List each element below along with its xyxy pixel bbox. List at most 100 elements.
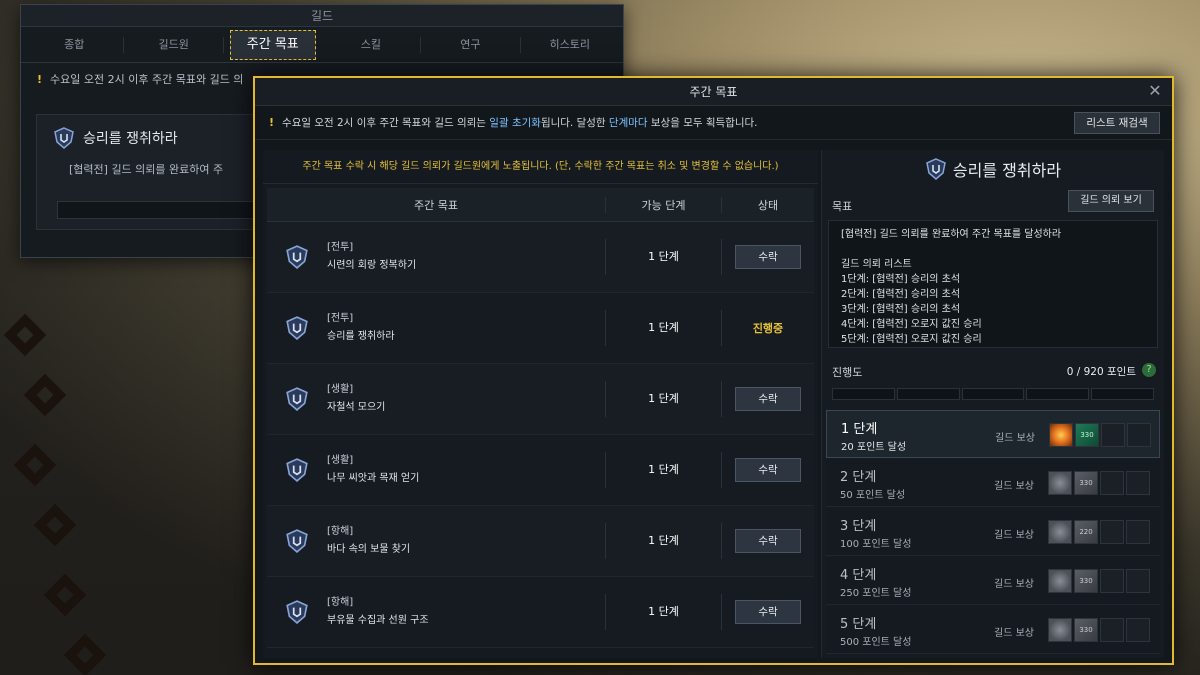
stage-name: 5 단계 bbox=[840, 617, 877, 632]
help-icon[interactable]: ? bbox=[1142, 363, 1156, 377]
goal-category: [생활] bbox=[327, 455, 354, 466]
goal-category: [전투] bbox=[327, 242, 354, 253]
stage-name: 1 단계 bbox=[841, 422, 878, 437]
empty-slot bbox=[1100, 471, 1124, 495]
reward-label: 길드 보상 bbox=[994, 579, 1034, 590]
reward-label: 길드 보상 bbox=[994, 530, 1034, 541]
accept-button[interactable]: 수락 bbox=[735, 600, 801, 624]
stage-item[interactable]: 1 단계 20 포인트 달성 길드 보상 330 bbox=[826, 410, 1160, 458]
quest-list-title: 길드 의뢰 리스트 bbox=[841, 259, 912, 270]
back-goal-card: 승리를 쟁취하라 [협력전] 길드 의뢰를 완료하여 주 bbox=[36, 114, 276, 230]
tab-research[interactable]: 연구 bbox=[421, 36, 521, 53]
goal-category: [생활] bbox=[327, 384, 354, 395]
shield-emblem-icon bbox=[286, 458, 308, 482]
accept-button[interactable]: 수락 bbox=[735, 245, 801, 269]
reward-item-icon[interactable] bbox=[1049, 423, 1073, 447]
back-notice-text: 수요일 오전 2시 이후 주간 목표와 길드 의 bbox=[50, 73, 244, 86]
reward-item-icon[interactable] bbox=[1048, 520, 1072, 544]
empty-slot bbox=[1100, 569, 1124, 593]
goal-category: [항해] bbox=[327, 526, 354, 537]
accept-button[interactable]: 수락 bbox=[735, 529, 801, 553]
goal-stage: 1 단계 bbox=[605, 452, 721, 488]
stage-list: 1 단계 20 포인트 달성 길드 보상 330 2 단계 50 포인트 달성 … bbox=[822, 410, 1164, 654]
warning-icon: ! bbox=[269, 116, 275, 129]
goal-stage: 1 단계 bbox=[605, 594, 721, 630]
goal-stage: 1 단계 bbox=[605, 239, 721, 275]
view-guild-quest-button[interactable]: 길드 의뢰 보기 bbox=[1068, 190, 1154, 212]
close-icon[interactable]: ✕ bbox=[1146, 82, 1164, 100]
header-goal: 주간 목표 bbox=[414, 198, 458, 212]
guild-exp-icon[interactable]: 330 bbox=[1075, 423, 1099, 447]
quest-list-item: 2단계: [협력전] 승리의 초석 bbox=[841, 289, 961, 300]
stage-requirement: 20 포인트 달성 bbox=[841, 442, 907, 453]
shield-emblem-icon bbox=[286, 529, 308, 553]
guild-exp-icon[interactable]: 330 bbox=[1074, 618, 1098, 642]
guild-exp-icon[interactable]: 330 bbox=[1074, 471, 1098, 495]
table-row: [생활] 자철석 모으기 1 단계 수락 bbox=[267, 364, 814, 435]
reward-item-icon[interactable] bbox=[1048, 618, 1072, 642]
tab-members[interactable]: 길드원 bbox=[124, 36, 224, 53]
goal-category: [전투] bbox=[327, 313, 354, 324]
progress-bar bbox=[832, 388, 1154, 400]
back-card-progress bbox=[57, 201, 267, 219]
table-row: [전투] 시련의 회랑 정복하기 1 단계 수락 bbox=[267, 222, 814, 293]
accept-button[interactable]: 수락 bbox=[735, 458, 801, 482]
goal-stage: 1 단계 bbox=[605, 381, 721, 417]
goal-name: 바다 속의 보물 찾기 bbox=[327, 544, 411, 555]
tab-history[interactable]: 히스토리 bbox=[521, 37, 619, 53]
reward-item-icon[interactable] bbox=[1048, 569, 1072, 593]
stage-requirement: 500 포인트 달성 bbox=[840, 637, 912, 648]
quest-list-item: 5단계: [협력전] 오로지 값진 승리 bbox=[841, 334, 982, 345]
stage-item[interactable]: 4 단계 250 포인트 달성 길드 보상 330 bbox=[826, 557, 1160, 605]
accept-note: 주간 목표 수락 시 해당 길드 의뢰가 길드원에게 노출됩니다. (단, 수락… bbox=[263, 150, 818, 184]
tab-overview[interactable]: 종합 bbox=[25, 36, 125, 53]
empty-slot bbox=[1126, 520, 1150, 544]
guild-window-title: 길드 bbox=[21, 5, 623, 27]
quest-list-item: 3단계: [협력전] 승리의 초석 bbox=[841, 304, 961, 315]
stage-requirement: 250 포인트 달성 bbox=[840, 588, 912, 599]
table-row: [생활] 나무 씨앗과 목재 얻기 1 단계 수락 bbox=[267, 435, 814, 506]
shield-emblem-icon bbox=[286, 600, 308, 624]
tab-skill[interactable]: 스킬 bbox=[322, 36, 422, 53]
window-title: 주간 목표 bbox=[689, 85, 738, 99]
goal-list-panel: 주간 목표 수락 시 해당 길드 의뢰가 길드원에게 노출됩니다. (단, 수락… bbox=[263, 150, 818, 658]
progress-value: 0 / 920 포인트 bbox=[1066, 366, 1136, 378]
goal-name: 승리를 쟁취하라 bbox=[327, 331, 395, 342]
stage-requirement: 50 포인트 달성 bbox=[840, 490, 906, 501]
quest-list-item: 4단계: [협력전] 오로지 값진 승리 bbox=[841, 319, 982, 330]
goal-description-box: [협력전] 길드 의뢰를 완료하여 주간 목표를 달성하라 길드 의뢰 리스트 … bbox=[828, 220, 1158, 348]
stage-requirement: 100 포인트 달성 bbox=[840, 539, 912, 550]
empty-slot bbox=[1126, 569, 1150, 593]
reward-label: 길드 보상 bbox=[994, 628, 1034, 639]
stage-item[interactable]: 3 단계 100 포인트 달성 길드 보상 220 bbox=[826, 508, 1160, 556]
goal-detail-panel: 승리를 쟁취하라 목표 길드 의뢰 보기 [협력전] 길드 의뢰를 완료하여 주… bbox=[821, 150, 1164, 658]
goal-name: 나무 씨앗과 목재 얻기 bbox=[327, 473, 420, 484]
reward-label: 길드 보상 bbox=[995, 433, 1035, 444]
reward-label: 길드 보상 bbox=[994, 481, 1034, 492]
quest-list-item: 1단계: [협력전] 승리의 초석 bbox=[841, 274, 961, 285]
guild-tabs: 종합 길드원 주간 목표 스킬 연구 히스토리 bbox=[21, 27, 623, 63]
shield-emblem-icon bbox=[926, 158, 946, 180]
reward-item-icon[interactable] bbox=[1048, 471, 1072, 495]
detail-title: 승리를 쟁취하라 bbox=[952, 161, 1062, 180]
guild-exp-icon[interactable]: 330 bbox=[1074, 569, 1098, 593]
shield-emblem-icon bbox=[286, 245, 308, 269]
goal-stage: 1 단계 bbox=[605, 523, 721, 559]
stage-item[interactable]: 2 단계 50 포인트 달성 길드 보상 330 bbox=[826, 459, 1160, 507]
notice-text: 수요일 오전 2시 이후 주간 목표와 길드 의뢰는 일괄 초기화됩니다. 달성… bbox=[282, 117, 758, 129]
goal-rows: [전투] 시련의 회랑 정복하기 1 단계 수락 [전투] 승리를 쟁취하라 1… bbox=[267, 222, 814, 648]
progress-label: 진행도 bbox=[832, 366, 863, 379]
shield-emblem-icon bbox=[286, 387, 308, 411]
chain-decoration bbox=[0, 300, 150, 675]
reload-list-button[interactable]: 리스트 재검색 bbox=[1074, 112, 1160, 134]
tab-weekly-goal[interactable]: 주간 목표 bbox=[229, 29, 316, 60]
notice-row: ! 수요일 오전 2시 이후 주간 목표와 길드 의뢰는 일괄 초기화됩니다. … bbox=[255, 106, 1172, 140]
empty-slot bbox=[1100, 520, 1124, 544]
guild-exp-icon[interactable]: 220 bbox=[1074, 520, 1098, 544]
stage-item[interactable]: 5 단계 500 포인트 달성 길드 보상 330 bbox=[826, 606, 1160, 654]
stage-name: 4 단계 bbox=[840, 568, 877, 583]
table-header: 주간 목표 가능 단계 상태 bbox=[267, 188, 814, 222]
accept-button[interactable]: 수락 bbox=[735, 387, 801, 411]
goal-name: 시련의 회랑 정복하기 bbox=[327, 260, 417, 271]
warning-icon: ! bbox=[37, 73, 43, 86]
